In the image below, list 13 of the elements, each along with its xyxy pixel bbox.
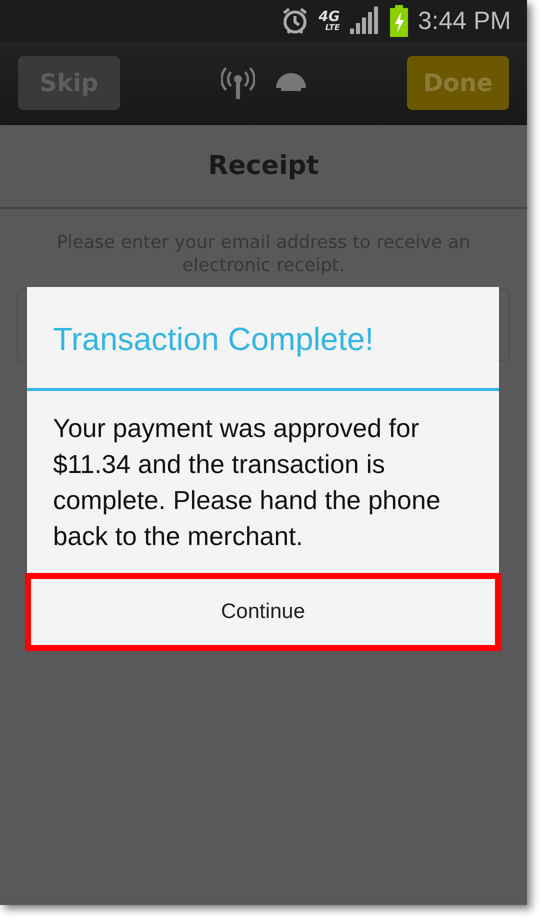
antenna-icon [220, 67, 254, 99]
screen-title: Receipt [208, 151, 319, 181]
done-button[interactable]: Done [407, 56, 509, 110]
battery-icon [390, 5, 408, 37]
continue-button[interactable]: Continue [25, 572, 501, 650]
dome-icon [274, 72, 306, 94]
alarm-clock-icon [280, 6, 309, 36]
clock-time: 3:44 PM [418, 6, 511, 36]
network-subtype: LTE [325, 24, 340, 32]
signal-icon [350, 6, 380, 36]
dialog-title: Transaction Complete! [27, 287, 499, 391]
dialog-message: Your payment was approved for $11.34 and the transaction is complete. Please hand the phone back to the merchant. [52, 412, 442, 553]
network-type: 4G [318, 10, 340, 24]
